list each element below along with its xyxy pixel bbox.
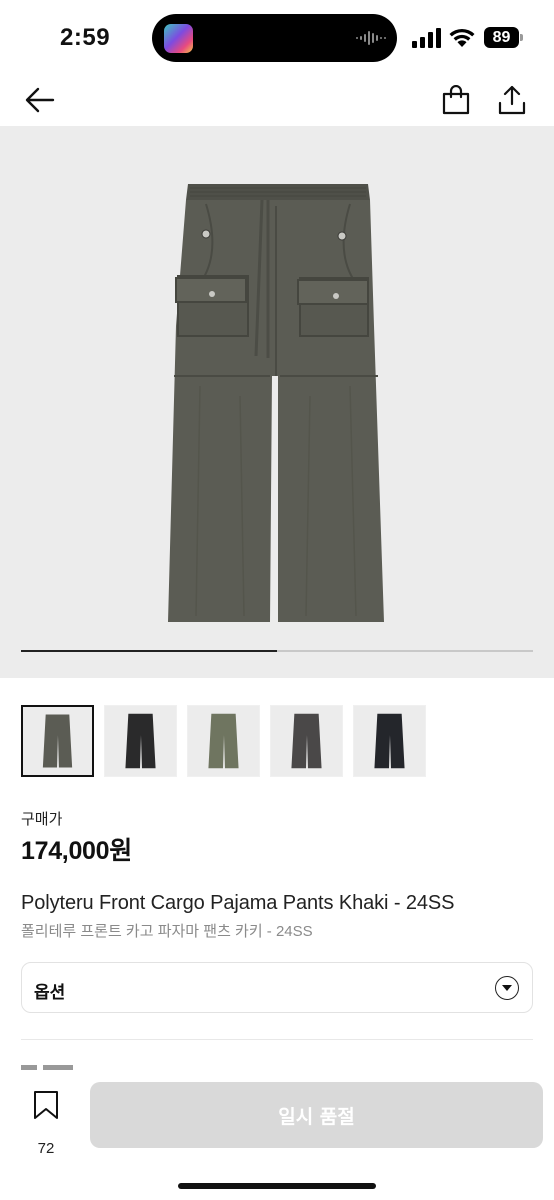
wifi-icon xyxy=(449,28,475,47)
thumbnail-charcoal[interactable] xyxy=(270,705,343,777)
product-image-carousel[interactable] xyxy=(0,126,554,678)
thumbnail-khaki[interactable] xyxy=(21,705,94,777)
cellular-signal-icon xyxy=(412,28,441,48)
sold-out-button[interactable]: 일시 품절 xyxy=(90,1082,543,1148)
thumbnail-navy[interactable] xyxy=(353,705,426,777)
thumbnail-pants-image xyxy=(208,713,239,769)
battery-cap xyxy=(520,34,523,41)
cart-button[interactable] xyxy=(436,80,476,120)
option-select[interactable]: 옵션 xyxy=(21,962,533,1013)
option-label: 옵션 xyxy=(34,983,66,1002)
color-thumbnail-list xyxy=(21,705,426,777)
share-button[interactable] xyxy=(492,80,532,120)
price-label: 구매가 xyxy=(21,811,63,828)
thumbnail-olive[interactable] xyxy=(187,705,260,777)
dynamic-island xyxy=(152,14,397,62)
battery-indicator: 89 xyxy=(484,27,524,48)
back-button[interactable] xyxy=(20,80,60,120)
shopping-bag-icon xyxy=(442,85,470,115)
bottom-action-bar: 72 일시 품절 xyxy=(0,1070,554,1200)
chevron-down-icon xyxy=(495,976,519,1000)
audio-wave-icon xyxy=(356,31,386,45)
status-time: 2:59 xyxy=(60,24,111,51)
thumbnail-pants-image xyxy=(42,714,73,768)
thumbnail-black[interactable] xyxy=(104,705,177,777)
thumbnail-pants-image xyxy=(291,713,322,769)
home-indicator xyxy=(178,1183,376,1189)
product-image-pants xyxy=(168,184,384,622)
bookmark-icon xyxy=(34,1091,58,1119)
thumbnail-pants-image xyxy=(374,713,405,769)
section-divider xyxy=(21,1039,533,1040)
app-icon xyxy=(164,24,193,53)
bookmark-count: 72 xyxy=(37,1140,55,1157)
price-value: 174,000원 xyxy=(21,837,132,865)
bookmark-button[interactable]: 72 xyxy=(26,1090,68,1160)
carousel-progress-track xyxy=(21,650,533,652)
product-name-english: Polyteru Front Cargo Pajama Pants Khaki … xyxy=(21,892,455,914)
battery-level: 89 xyxy=(484,27,519,48)
status-bar: 2:59 89 xyxy=(0,0,554,74)
top-nav-bar xyxy=(0,74,554,126)
product-name-korean: 폴리테루 프론트 카고 파자마 팬츠 카키 - 24SS xyxy=(21,923,313,940)
thumbnail-pants-image xyxy=(125,713,156,769)
carousel-progress-fill xyxy=(21,650,277,652)
arrow-left-icon xyxy=(25,87,55,113)
share-icon xyxy=(498,85,526,115)
